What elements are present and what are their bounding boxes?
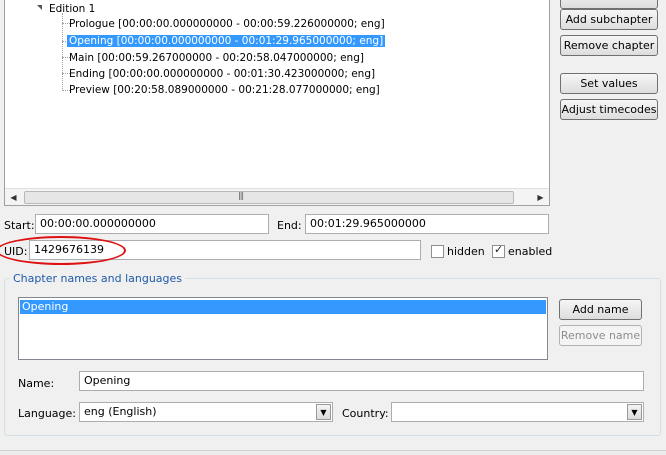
scroll-left-arrow-icon[interactable]: ◀: [5, 189, 22, 206]
horizontal-scrollbar[interactable]: ◀ ||| ▶: [5, 188, 549, 205]
hidden-checkbox[interactable]: [431, 245, 444, 258]
start-field[interactable]: 00:00:00.000000000: [35, 214, 269, 234]
tree-connector-vertical: [62, 13, 63, 91]
country-label: Country:: [342, 407, 389, 420]
language-dropdown[interactable]: eng (English) ▼: [79, 402, 333, 422]
scroll-right-arrow-icon[interactable]: ▶: [532, 189, 549, 206]
tree-item-chapter[interactable]: Ending [00:00:00.000000000 - 00:01:30.42…: [67, 67, 377, 81]
remove-name-button[interactable]: Remove name: [559, 325, 642, 346]
group-title: Chapter names and languages: [10, 272, 186, 285]
bottom-edge: [0, 450, 666, 455]
adjust-timecodes-button[interactable]: Adjust timecodes: [560, 99, 658, 120]
tree-item-chapter[interactable]: Main [00:00:59.267000000 - 00:20:58.0470…: [67, 51, 366, 65]
country-dropdown[interactable]: ▼: [391, 402, 644, 422]
name-label: Name:: [18, 377, 55, 390]
name-field[interactable]: Opening: [79, 371, 644, 391]
tree-item-edition[interactable]: Edition 1: [47, 2, 97, 16]
uid-annotation-ellipse: [0, 236, 126, 265]
chevron-down-icon[interactable]: ▼: [316, 404, 331, 420]
partial-top-button[interactable]: [560, 0, 658, 9]
scrollbar-grip-icon: |||: [238, 191, 244, 200]
collapse-triangle-icon[interactable]: [37, 5, 42, 10]
enabled-checkbox[interactable]: [492, 243, 505, 258]
set-values-button[interactable]: Set values: [560, 73, 658, 94]
scrollbar-thumb[interactable]: [24, 191, 514, 204]
tree-item-chapter[interactable]: Opening [00:00:00.000000000 - 00:01:29.9…: [67, 34, 386, 48]
add-name-button[interactable]: Add name: [559, 299, 642, 320]
tree-item-chapter[interactable]: Preview [00:20:58.089000000 - 00:21:28.0…: [67, 83, 382, 97]
start-label: Start:: [4, 219, 35, 232]
end-field[interactable]: 00:01:29.965000000: [305, 214, 549, 234]
hidden-label: hidden: [447, 245, 485, 258]
language-label: Language:: [18, 407, 76, 420]
list-item[interactable]: Opening: [20, 300, 546, 314]
tree-item-chapter[interactable]: Prologue [00:00:00.000000000 - 00:00:59.…: [67, 17, 387, 31]
chapter-tree[interactable]: Edition 1 Prologue [00:00:00.000000000 -…: [4, 0, 550, 206]
remove-chapter-button[interactable]: Remove chapter: [560, 35, 658, 56]
end-label: End:: [277, 219, 302, 232]
chevron-down-icon[interactable]: ▼: [627, 404, 642, 420]
edition-label: Edition 1: [49, 3, 96, 15]
chapter-names-list[interactable]: Opening: [18, 297, 548, 360]
enabled-label: enabled: [508, 245, 553, 258]
add-subchapter-button[interactable]: Add subchapter: [560, 9, 658, 30]
